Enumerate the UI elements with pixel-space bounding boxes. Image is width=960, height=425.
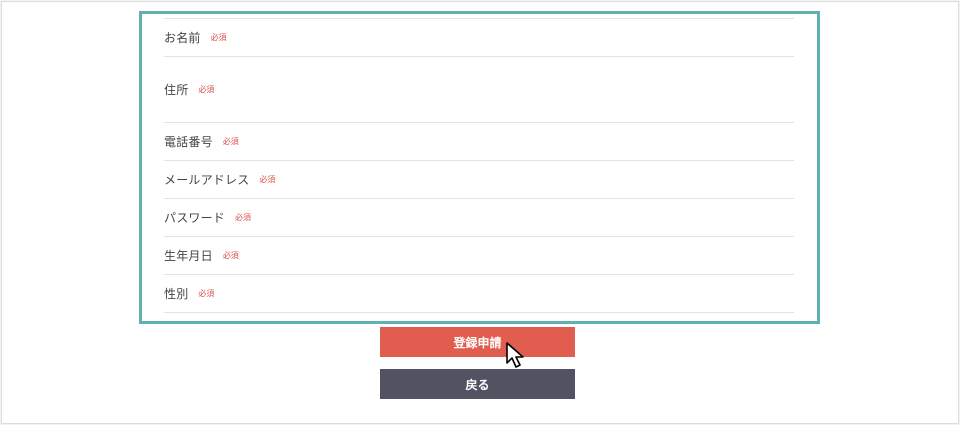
form-row-address: 住所 必須 (164, 57, 794, 123)
form-row-gender: 性別 必須 (164, 275, 794, 313)
required-badge: 必須 (222, 137, 239, 146)
submit-registration-button[interactable]: 登録申請 (380, 327, 575, 357)
required-badge: 必須 (259, 175, 276, 184)
registration-form-panel: お名前 必須 住所 必須 電話番号 必須 メールアドレス 必須 パスワード 必須… (139, 11, 820, 324)
required-badge: 必須 (210, 33, 227, 42)
form-row-name: お名前 必須 (164, 19, 794, 57)
required-badge: 必須 (222, 251, 239, 260)
row-label-phone: 電話番号 (164, 135, 213, 149)
form-row-birthdate: 生年月日 必須 (164, 237, 794, 275)
mouse-pointer-icon (506, 342, 524, 368)
row-label-address: 住所 (164, 83, 189, 97)
required-badge: 必須 (198, 289, 215, 298)
row-label-name: お名前 (164, 31, 201, 45)
form-actions: 登録申請 戻る (380, 327, 575, 399)
form-row-phone: 電話番号 必須 (164, 123, 794, 161)
required-badge: 必須 (198, 85, 215, 94)
form-row-password: パスワード 必須 (164, 199, 794, 237)
form-row-email: メールアドレス 必須 (164, 161, 794, 199)
back-button[interactable]: 戻る (380, 369, 575, 399)
row-label-password: パスワード (164, 211, 226, 225)
form-table: お名前 必須 住所 必須 電話番号 必須 メールアドレス 必須 パスワード 必須… (164, 18, 794, 313)
row-label-birthdate: 生年月日 (164, 249, 213, 263)
required-badge: 必須 (235, 213, 252, 222)
row-label-email: メールアドレス (164, 173, 250, 187)
row-label-gender: 性別 (164, 287, 189, 301)
